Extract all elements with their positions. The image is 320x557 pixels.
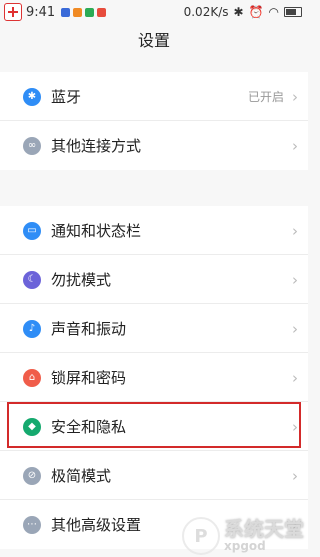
link-icon: ∞ bbox=[23, 136, 41, 155]
wifi-icon: ◠ bbox=[268, 5, 279, 19]
chevron-right-icon: › bbox=[292, 270, 298, 289]
battery-icon bbox=[284, 7, 302, 17]
settings-item-label: 安全和隐私 bbox=[51, 418, 127, 436]
settings-item-security-privacy[interactable]: ◆ 安全和隐私 › bbox=[0, 402, 308, 451]
bluetooth-status-icon: ✱ bbox=[233, 5, 244, 19]
status-time: 9:41 bbox=[26, 4, 56, 20]
lock-icon: ⌂ bbox=[23, 368, 41, 387]
settings-item-notifications[interactable]: ▭ 通知和状态栏 › bbox=[0, 206, 308, 255]
connections-group: ✱ 蓝牙 已开启 › ∞ 其他连接方式 › bbox=[0, 72, 308, 170]
watermark: P 系统天堂 xpgod bbox=[182, 517, 304, 555]
speaker-icon: ♪ bbox=[23, 319, 41, 338]
app-notification-icon bbox=[61, 7, 71, 17]
notification-icon: ▭ bbox=[23, 221, 41, 240]
status-bar: 9:41 0.02K/s ✱ ⏰ ◠ bbox=[0, 0, 308, 24]
page-title: 设置 bbox=[137, 31, 170, 50]
header: 设置 bbox=[0, 24, 308, 58]
settings-item-label: 锁屏和密码 bbox=[51, 369, 127, 387]
bluetooth-icon: ✱ bbox=[23, 87, 41, 106]
watermark-logo-icon: P bbox=[182, 517, 220, 555]
more-icon: ⋯ bbox=[23, 515, 41, 534]
network-speed: 0.02K/s bbox=[183, 5, 229, 19]
settings-item-label: 蓝牙 bbox=[51, 88, 82, 106]
chevron-right-icon: › bbox=[292, 417, 298, 436]
watermark-subtext: xpgod bbox=[224, 539, 266, 553]
settings-item-label: 声音和振动 bbox=[51, 320, 127, 338]
settings-item-bluetooth[interactable]: ✱ 蓝牙 已开启 › bbox=[0, 72, 308, 121]
chevron-right-icon: › bbox=[292, 136, 298, 155]
settings-item-minimal-mode[interactable]: ⊘ 极简模式 › bbox=[0, 451, 308, 500]
settings-item-sound-vibration[interactable]: ♪ 声音和振动 › bbox=[0, 304, 308, 353]
alarm-icon: ⏰ bbox=[248, 5, 264, 19]
settings-item-lockscreen-password[interactable]: ⌂ 锁屏和密码 › bbox=[0, 353, 308, 402]
app-notification-icon bbox=[73, 7, 83, 17]
app-plus-icon bbox=[4, 3, 22, 21]
app-notification-icon bbox=[85, 7, 95, 17]
general-group: ▭ 通知和状态栏 › ☾ 勿扰模式 › ♪ 声音和振动 › ⌂ 锁屏和密码 › … bbox=[0, 206, 308, 549]
shield-icon: ◆ bbox=[23, 417, 41, 436]
settings-item-do-not-disturb[interactable]: ☾ 勿扰模式 › bbox=[0, 255, 308, 304]
settings-item-value: 已开启 bbox=[247, 90, 284, 104]
minimal-icon: ⊘ bbox=[23, 466, 41, 485]
chevron-right-icon: › bbox=[292, 221, 298, 240]
settings-item-other-connections[interactable]: ∞ 其他连接方式 › bbox=[0, 121, 308, 170]
chevron-right-icon: › bbox=[292, 368, 298, 387]
settings-item-label: 极简模式 bbox=[51, 467, 112, 485]
chevron-right-icon: › bbox=[292, 466, 298, 485]
settings-item-label: 通知和状态栏 bbox=[51, 222, 142, 240]
settings-item-label: 其他连接方式 bbox=[51, 137, 142, 155]
settings-item-label: 其他高级设置 bbox=[51, 516, 142, 534]
chevron-right-icon: › bbox=[292, 87, 298, 106]
app-notification-icon bbox=[97, 7, 107, 17]
watermark-text: 系统天堂 bbox=[224, 517, 304, 541]
chevron-right-icon: › bbox=[292, 319, 298, 338]
moon-icon: ☾ bbox=[23, 270, 41, 289]
settings-item-label: 勿扰模式 bbox=[51, 271, 112, 289]
